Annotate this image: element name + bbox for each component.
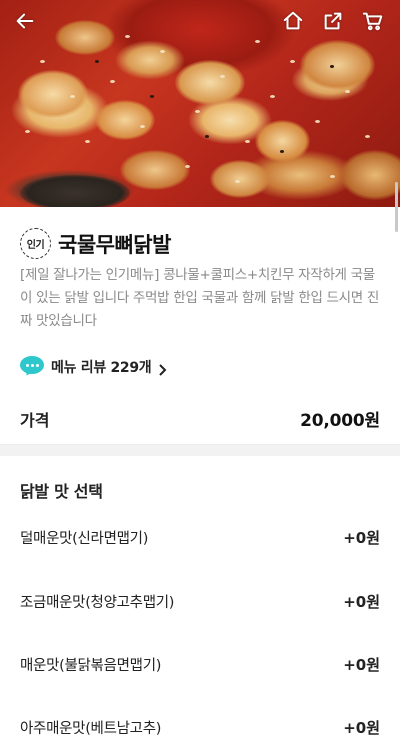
cart-icon [362, 12, 383, 31]
chat-bubble-icon [20, 356, 44, 378]
option-price: +0원 [343, 529, 380, 547]
price-label: 가격 [20, 410, 50, 430]
cart-button[interactable] [360, 8, 386, 34]
option-price: +0원 [343, 593, 380, 611]
home-button[interactable] [280, 8, 306, 34]
option-label: 덜매운맛(신라면맵기) [20, 531, 149, 547]
option-item[interactable]: 덜매운맛(신라면맵기) +0원 [20, 527, 380, 548]
option-price: +0원 [343, 656, 380, 674]
option-item[interactable]: 아주매운맛(베트남고추) +0원 [20, 717, 380, 738]
menu-description: [제일 잘나가는 인기메뉴] 콩나물+쿨피스+치킨무 자작하게 국물이 있는 닭… [20, 267, 380, 329]
share-icon [324, 12, 342, 30]
price-row: 가격 20,000원 [20, 406, 380, 432]
option-item[interactable]: 조금매운맛(청양고추맵기) +0원 [20, 591, 380, 612]
arrow-left-icon [16, 13, 34, 29]
menu-title: 국물무뼈닭발 [58, 232, 171, 257]
section-divider [0, 444, 400, 456]
chevron-right-icon [157, 361, 167, 376]
menu-title-row: 인기 국물무뼈닭발 [20, 228, 171, 259]
share-button[interactable] [320, 8, 346, 34]
price-value: 20,000원 [300, 411, 380, 431]
option-section-title: 닭발 맛 선택 [20, 482, 103, 501]
back-button[interactable] [12, 8, 38, 34]
scrollbar[interactable] [395, 182, 398, 232]
review-count-label: 메뉴 리뷰 229개 [51, 360, 152, 376]
option-price: +0원 [343, 719, 380, 737]
option-label: 아주매운맛(베트남고추) [20, 721, 162, 737]
option-label: 매운맛(불닭볶음면맵기) [20, 658, 162, 674]
option-item[interactable]: 매운맛(불닭볶음면맵기) +0원 [20, 654, 380, 675]
option-label: 조금매운맛(청양고추맵기) [20, 595, 175, 611]
top-navigation-bar [0, 0, 400, 40]
popular-badge: 인기 [20, 228, 51, 259]
menu-review-link[interactable]: 메뉴 리뷰 229개 [20, 356, 167, 378]
home-icon [283, 11, 303, 30]
